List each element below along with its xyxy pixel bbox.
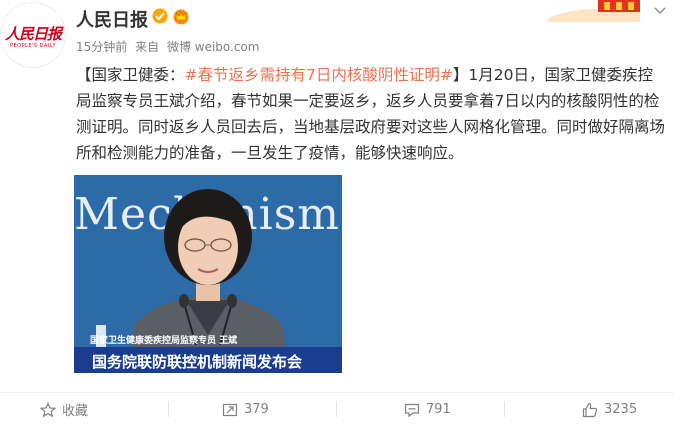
post-image[interactable]: Mechanism 国家卫生健康委疾控局监察专员 王斌 <box>74 175 342 373</box>
repost-button[interactable]: 379 <box>222 393 269 426</box>
divider <box>168 401 169 417</box>
avatar-logo: 人民日报 <box>5 25 62 43</box>
divider <box>504 401 505 417</box>
comment-icon <box>404 403 420 417</box>
comment-button[interactable]: 791 <box>404 393 451 426</box>
verified-badge-icon[interactable] <box>152 8 168 24</box>
topic-link[interactable]: #春节返乡需持有7日内核酸阴性证明# <box>185 66 453 84</box>
user-name[interactable]: 人民日报 <box>76 6 148 32</box>
like-button[interactable]: 3235 <box>582 393 637 426</box>
favorite-label: 收藏 <box>62 404 89 419</box>
thumbs-up-icon <box>582 402 598 417</box>
speaker-caption: 国家卫生健康委疾控局监察专员 王斌 <box>90 336 238 346</box>
source-prefix: 来自 <box>135 40 160 54</box>
post-time[interactable]: 15分钟前 <box>76 40 127 54</box>
favorite-button[interactable]: 收藏 <box>40 393 88 426</box>
repost-count: 379 <box>244 402 269 417</box>
comment-count: 791 <box>426 402 451 417</box>
festive-banner-decoration <box>548 0 640 22</box>
weibo-post-card: 人民日报 PEOPLE'S DAILY 人民日报 15分钟前 来自 微博 wei… <box>0 0 674 425</box>
chevron-down-icon[interactable] <box>652 2 668 18</box>
post-prefix: 【国家卫健委： <box>76 66 185 84</box>
event-title: 国务院联防联控机制新闻发布会 <box>92 353 303 371</box>
post-source[interactable]: 微博 weibo.com <box>167 40 260 54</box>
action-bar: 收藏 379 791 3235 <box>0 392 674 426</box>
post-meta: 15分钟前 来自 微博 weibo.com <box>76 38 264 55</box>
repost-icon <box>222 403 238 416</box>
like-count: 3235 <box>604 402 638 417</box>
star-icon <box>40 401 56 417</box>
crown-icon[interactable] <box>172 7 190 25</box>
divider <box>336 401 337 417</box>
post-text: 【国家卫健委：#春节返乡需持有7日内核酸阴性证明#】1月20日，国家卫健委疾控局… <box>76 62 666 166</box>
avatar-logo-subtitle: PEOPLE'S DAILY <box>9 43 57 49</box>
avatar[interactable]: 人民日报 PEOPLE'S DAILY <box>0 2 66 68</box>
